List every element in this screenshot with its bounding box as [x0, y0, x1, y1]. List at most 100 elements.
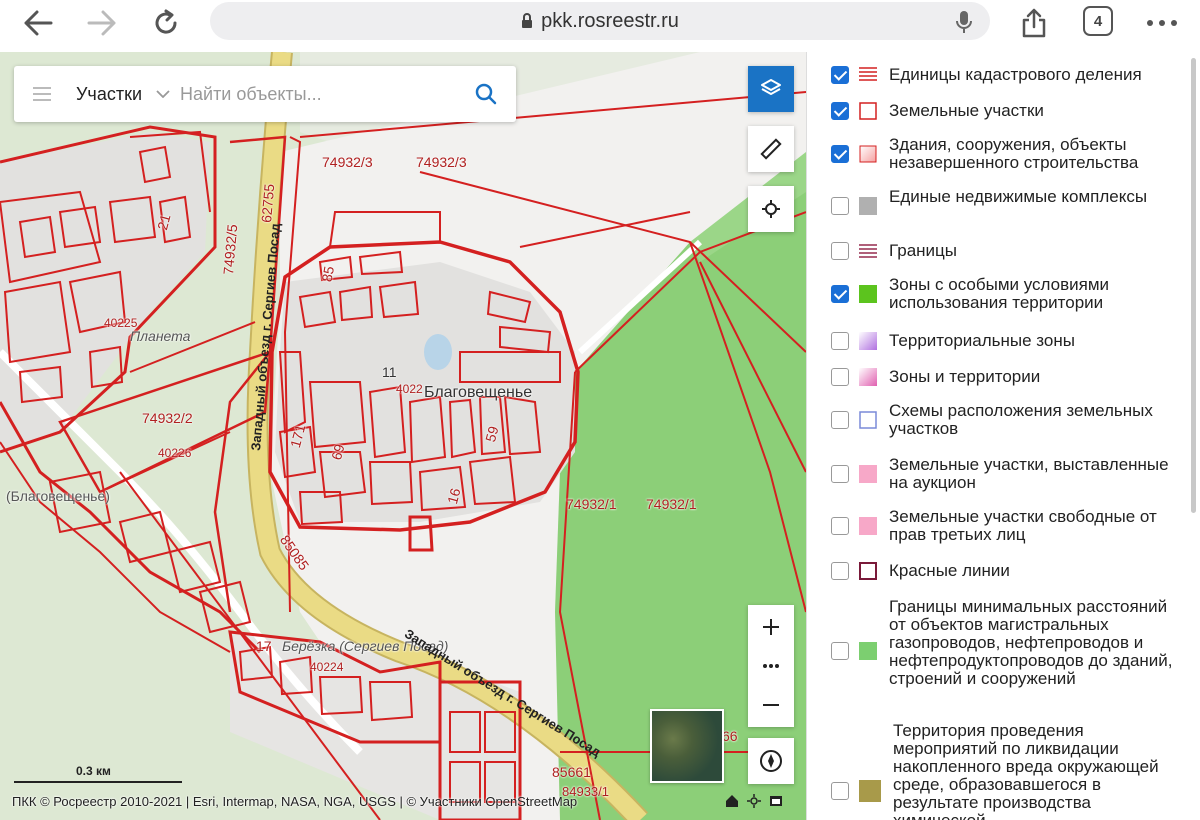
layer-buildings[interactable]: Здания, сооружения, объекты незавершенно… — [807, 136, 1187, 172]
special-zones-swatch-icon — [859, 285, 877, 303]
parcel-label: 4022 — [396, 382, 423, 396]
browser-toolbar: pkk.rosreestr.ru 4 — [0, 0, 1200, 52]
layer-label: Территориальные зоны — [889, 331, 1075, 350]
layer-label: Здания, сооружения, объекты незавершенно… — [889, 135, 1139, 172]
share-icon — [1022, 8, 1046, 38]
layer-territorial-zones[interactable]: Территориальные зоны — [807, 330, 1187, 352]
layer-checkbox[interactable] — [831, 242, 849, 260]
cleanup-swatch-icon — [859, 780, 881, 802]
fullscreen-icon[interactable] — [769, 794, 783, 808]
microphone-icon[interactable] — [956, 10, 972, 34]
layer-checkbox[interactable] — [831, 197, 849, 215]
tabs-button[interactable]: 4 — [1083, 6, 1113, 36]
house-number-label: 17 — [256, 638, 272, 654]
zoom-more-button[interactable] — [748, 649, 794, 683]
chevron-down-icon[interactable] — [156, 87, 170, 101]
pond — [424, 334, 452, 370]
scale-bar: 0.3 км — [14, 764, 182, 786]
layer-label: Зоны с особыми условиями использования т… — [889, 275, 1110, 312]
land-plots-swatch-icon — [859, 102, 877, 120]
locate-button[interactable] — [748, 186, 794, 232]
reload-icon — [155, 9, 177, 34]
buildings-swatch-icon — [859, 145, 877, 163]
layer-red-lines[interactable]: Красные линии — [807, 560, 1187, 582]
map-view[interactable]: 74932/3 74932/3 74932/2 74932/1 74932/1 … — [0, 52, 806, 820]
auction-swatch-icon — [859, 465, 877, 483]
layer-checkbox[interactable] — [831, 411, 849, 429]
layer-pipelines[interactable]: Границы минимальных расстояний от объект… — [807, 598, 1187, 704]
layer-checkbox[interactable] — [831, 102, 849, 120]
back-arrow-icon — [24, 10, 53, 36]
layer-label: Земельные участки свободные от прав трет… — [889, 507, 1157, 544]
road-number-label: 62755 — [258, 183, 278, 224]
ruler-icon — [760, 138, 782, 160]
layer-checkbox[interactable] — [831, 642, 849, 660]
layer-checkbox[interactable] — [831, 782, 849, 800]
more-menu-button[interactable] — [1142, 6, 1182, 40]
basemap-switcher-thumbnail[interactable] — [650, 709, 724, 783]
house-number-label: 85 — [318, 264, 338, 284]
layers-button[interactable] — [748, 66, 794, 112]
schemes-swatch-icon — [859, 411, 877, 429]
more-dots-icon — [1147, 20, 1177, 26]
house-number-label: 11 — [382, 364, 397, 380]
ruler-button[interactable] — [748, 126, 794, 172]
crosshair-icon — [762, 200, 780, 218]
layer-checkbox[interactable] — [831, 368, 849, 386]
search-button[interactable] — [474, 82, 498, 106]
bottom-map-tools — [725, 794, 783, 808]
place-label-planeta: Планета — [130, 328, 191, 344]
back-button[interactable] — [18, 6, 58, 40]
layer-special-zones[interactable]: Зоны с особыми условиями использования т… — [807, 276, 1187, 312]
zoom-in-button[interactable] — [748, 605, 794, 649]
layer-auction[interactable]: Земельные участки, выставленные на аукци… — [807, 456, 1187, 492]
layers-scrollbar[interactable] — [1191, 58, 1196, 513]
share-button[interactable] — [1014, 6, 1054, 40]
compass-button[interactable] — [748, 738, 794, 784]
address-bar[interactable]: pkk.rosreestr.ru — [210, 2, 990, 40]
parcel-label: 74932/2 — [142, 410, 193, 426]
scale-line — [14, 781, 182, 783]
house-number-label: 66 — [722, 728, 738, 744]
hamburger-icon — [33, 87, 51, 101]
borders-swatch-icon — [859, 244, 877, 258]
search-icon — [475, 83, 497, 105]
layer-complexes[interactable]: Единые недвижимые комплексы — [807, 188, 1187, 224]
search-panel: Участки — [14, 66, 516, 122]
layer-checkbox[interactable] — [831, 562, 849, 580]
layer-checkbox[interactable] — [831, 66, 849, 84]
zoom-out-button[interactable] — [748, 683, 794, 727]
place-label-blagoveshchenye-paren: (Благовещенье) — [6, 488, 110, 504]
layer-schemes[interactable]: Схемы расположения земельных участков — [807, 402, 1187, 438]
crosshair-icon[interactable] — [747, 794, 761, 808]
pipelines-swatch-icon — [859, 642, 877, 660]
layer-checkbox[interactable] — [831, 517, 849, 535]
layer-checkbox[interactable] — [831, 332, 849, 350]
menu-button[interactable] — [14, 66, 70, 122]
layer-borders[interactable]: Границы — [807, 240, 1187, 262]
layer-checkbox[interactable] — [831, 465, 849, 483]
layer-zones-territories[interactable]: Зоны и территории — [807, 366, 1187, 388]
compass-icon — [760, 750, 782, 772]
forward-button[interactable] — [82, 6, 122, 40]
free-plots-swatch-icon — [859, 517, 877, 535]
search-category-select[interactable]: Участки — [76, 84, 142, 105]
layer-label: Границы — [889, 241, 957, 260]
layer-free-plots[interactable]: Земельные участки свободные от прав трет… — [807, 508, 1187, 544]
layer-cad-units[interactable]: Единицы кадастрового деления — [807, 64, 1187, 86]
parcel-label: 40224 — [310, 660, 344, 674]
layers-icon — [761, 79, 781, 95]
more-dots-icon — [763, 664, 779, 668]
layer-cleanup[interactable]: Территория проведения мероприятий по лик… — [807, 720, 1187, 820]
layer-label: Земельные участки — [889, 101, 1044, 120]
zoom-controls — [748, 605, 794, 727]
reload-button[interactable] — [146, 6, 186, 40]
layer-land-plots[interactable]: Земельные участки — [807, 100, 1187, 122]
layer-checkbox[interactable] — [831, 145, 849, 163]
scale-label: 0.3 км — [76, 764, 111, 778]
minus-icon — [763, 704, 779, 706]
parcel-label: 74932/1 — [566, 496, 617, 512]
home-icon[interactable] — [725, 794, 739, 808]
search-input[interactable] — [180, 83, 430, 105]
layer-checkbox[interactable] — [831, 285, 849, 303]
